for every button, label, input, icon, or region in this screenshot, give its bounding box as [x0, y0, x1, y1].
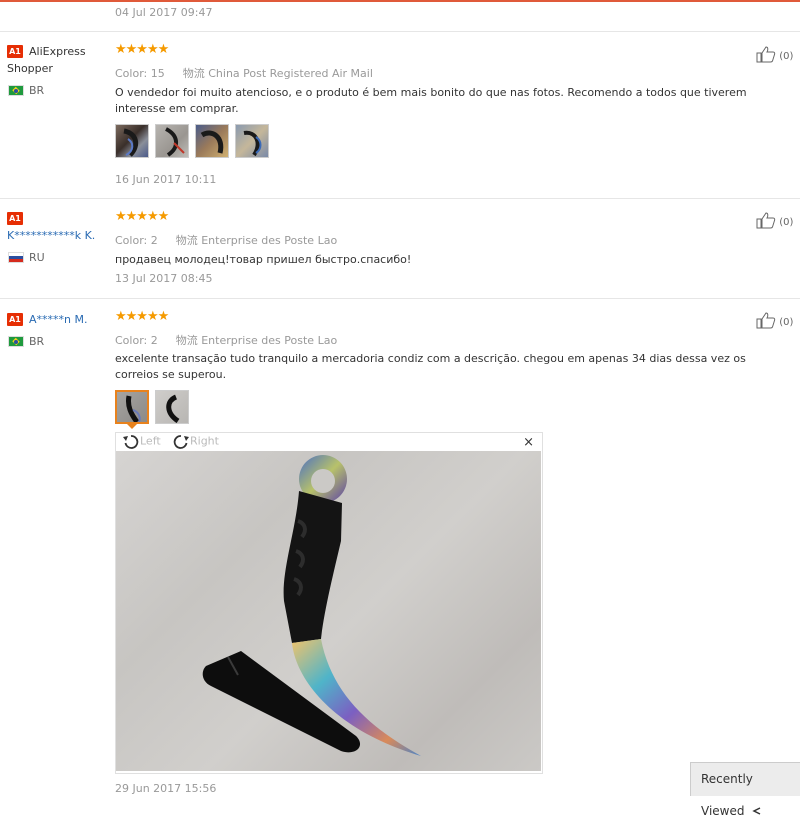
reviewer-name-line2: Shopper: [7, 62, 53, 75]
brazil-flag-icon: [8, 336, 24, 347]
helpful-button[interactable]: (0): [756, 312, 793, 332]
karambit-knife-photo: [202, 455, 421, 756]
logistics-label: 物流 China Post Registered Air Mail: [182, 67, 373, 80]
review-photo-thumbnail[interactable]: [155, 390, 189, 424]
helpful-button[interactable]: (0): [756, 46, 793, 66]
previous-review-date: 04 Jul 2017 09:47: [115, 6, 213, 19]
recently-viewed-tab[interactable]: Recently Viewed: [690, 762, 800, 818]
review-text: excelente transação tudo tranquilo a mer…: [115, 352, 746, 381]
logistics-label: 物流 Enterprise des Poste Lao: [175, 234, 338, 247]
review-photo-thumbnail[interactable]: [235, 124, 269, 158]
thumbs-up-icon[interactable]: [756, 312, 776, 332]
reviewer-name-line1: AliExpress: [29, 45, 86, 58]
divider: [0, 31, 800, 32]
color-label: Color: 2: [115, 334, 158, 347]
reviewer-level-badge: A1: [7, 313, 23, 326]
rotate-left-icon[interactable]: [122, 434, 140, 449]
review-photo-thumbnail[interactable]: [155, 124, 189, 158]
order-info: Color: 15 物流 China Post Registered Air Ma…: [115, 65, 373, 81]
star-rating: ★★★★★: [115, 309, 169, 324]
order-info: Color: 2 物流 Enterprise des Poste Lao: [115, 332, 337, 348]
reviewer-country: RU: [29, 251, 45, 264]
close-icon[interactable]: ×: [523, 435, 534, 450]
top-accent-line: [0, 0, 800, 2]
review-photo-thumbnail[interactable]: [115, 124, 149, 158]
star-rating: ★★★★★: [115, 42, 169, 57]
star-rating: ★★★★★: [115, 209, 169, 224]
reviewer-country: BR: [29, 84, 45, 97]
reviewer-name[interactable]: A*****n M.: [29, 312, 87, 327]
thumbs-up-icon[interactable]: [756, 46, 776, 66]
color-label: Color: 15: [115, 67, 165, 80]
helpful-count: (0): [779, 217, 794, 228]
thumbs-up-icon[interactable]: [756, 212, 776, 232]
review-photo-thumbnail[interactable]: [195, 124, 229, 158]
reviewer-level-badge: A1: [7, 212, 23, 225]
review-text: продавец молодец!товар пришел быстро.спа…: [115, 253, 412, 266]
rotate-right-label: Right: [190, 434, 219, 448]
divider: [0, 198, 800, 199]
order-info: Color: 2 物流 Enterprise des Poste Lao: [115, 232, 337, 248]
helpful-count: (0): [779, 317, 794, 328]
russia-flag-icon: [8, 252, 24, 263]
rotate-left-button[interactable]: Left: [122, 434, 161, 449]
brazil-flag-icon: [8, 85, 24, 96]
review-date: 16 Jun 2017 10:11: [115, 173, 217, 186]
review-photo-thumbnail-selected[interactable]: [115, 390, 149, 424]
logistics-label: 物流 Enterprise des Poste Lao: [175, 334, 338, 347]
reviewer-name[interactable]: K***********k K.: [7, 228, 95, 243]
rotate-left-label: Left: [140, 434, 161, 448]
divider: [0, 298, 800, 299]
photo-viewer: Left Right ×: [115, 432, 543, 774]
chevron-left-icon: [752, 807, 761, 815]
rotate-right-icon[interactable]: [172, 434, 190, 449]
review-date: 29 Jun 2017 15:56: [115, 782, 217, 795]
rotate-right-button[interactable]: Right: [172, 434, 219, 449]
review-text: O vendedor foi muito atencioso, e o prod…: [115, 86, 747, 115]
helpful-count: (0): [779, 51, 794, 62]
selected-indicator: [127, 424, 137, 429]
review-date: 13 Jul 2017 08:45: [115, 272, 213, 285]
review-photo-large: [116, 451, 541, 771]
helpful-button[interactable]: (0): [756, 212, 793, 232]
color-label: Color: 2: [115, 234, 158, 247]
recently-viewed-label: Recently Viewed: [701, 772, 753, 818]
reviewer-level-badge: A1: [7, 45, 23, 58]
reviewer-country: BR: [29, 335, 45, 348]
